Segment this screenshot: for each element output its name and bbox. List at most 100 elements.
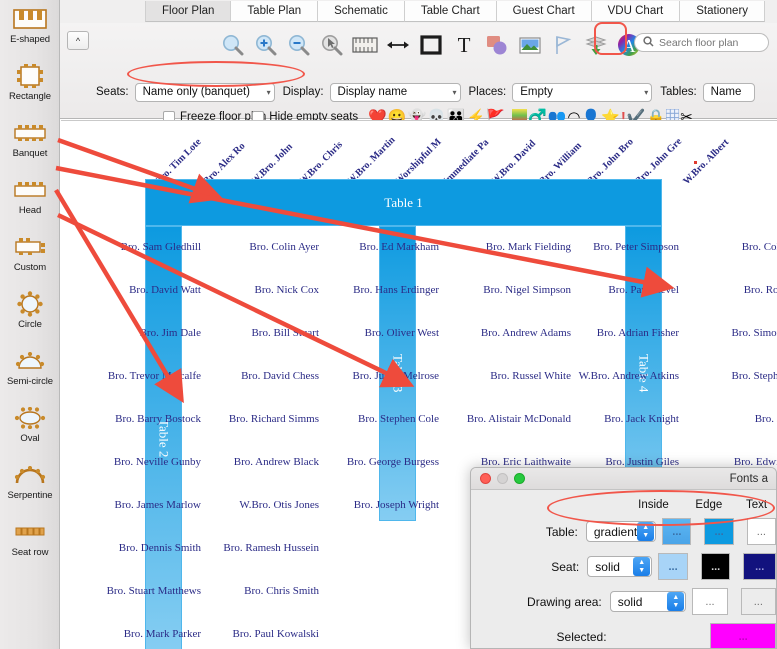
- tab-label: VDU Chart: [607, 5, 664, 17]
- table-inside-colour-swatch[interactable]: ...: [662, 518, 692, 545]
- sidebar-item-custom[interactable]: Custom: [0, 230, 60, 287]
- seat-label[interactable]: Bro. Paul Nevel: [529, 284, 679, 296]
- seat-label[interactable]: Bro. Joseph Wright: [299, 499, 439, 511]
- zoom-icon[interactable]: [218, 29, 248, 61]
- stepper-icon[interactable]: ▲ ▼: [637, 522, 655, 541]
- seat-label[interactable]: Bro. Paul Kowalski: [179, 628, 319, 640]
- tab-label: Stationery: [696, 5, 749, 17]
- seats-dropdown[interactable]: Name only (banquet) ▾: [134, 82, 275, 102]
- seat-label[interactable]: Bro. Colin Woods: [671, 241, 777, 253]
- seat-label[interactable]: Bro. Jack Knight: [529, 413, 679, 425]
- seat-label[interactable]: Bro. Robert Scott: [671, 284, 777, 296]
- arrows-horizontal-icon[interactable]: [383, 29, 413, 61]
- display-dropdown[interactable]: Display name ▾: [329, 82, 461, 102]
- sidebar-item-banquet[interactable]: Banquet: [0, 116, 60, 173]
- search-floor-plan[interactable]: [634, 33, 769, 52]
- tab-table-plan[interactable]: Table Plan: [231, 1, 319, 22]
- sidebar-item-circle[interactable]: Circle: [0, 287, 60, 344]
- colors-icon[interactable]: [482, 29, 512, 61]
- display-options-row: Seats: Name only (banquet) ▾ Display: Di…: [60, 81, 777, 103]
- text-icon[interactable]: T: [449, 29, 479, 61]
- sidebar-item-label: Semi-circle: [7, 376, 53, 387]
- drawing-area-edge-colour-swatch[interactable]: ...: [740, 588, 776, 615]
- row-label-table: Table:: [545, 524, 578, 539]
- table-text-colour-swatch[interactable]: ...: [746, 518, 776, 545]
- shape-icon[interactable]: [416, 29, 446, 61]
- stepper-icon[interactable]: ▲ ▼: [633, 557, 651, 576]
- seat-label[interactable]: Bro. Bill Stuart: [179, 327, 319, 339]
- seat-label[interactable]: Bro. Stephen Helleb: [671, 370, 777, 382]
- seat-edge-colour-swatch[interactable]: ...: [700, 553, 731, 580]
- sidebar-item-oval[interactable]: Oval: [0, 401, 60, 458]
- seat-label[interactable]: Bro. Richard Simms: [179, 413, 319, 425]
- layers-icon[interactable]: [581, 29, 611, 61]
- seat-fill-style-dropdown[interactable]: solid ▲ ▼: [587, 556, 653, 577]
- sidebar-item-rectangle[interactable]: Rectangle: [0, 59, 60, 116]
- dialog-titlebar[interactable]: Fonts a: [471, 468, 776, 490]
- chevron-updown-icon: ▾: [452, 87, 457, 97]
- tab-floor-plan[interactable]: Floor Plan: [145, 1, 232, 22]
- sidebar-item-head[interactable]: Head: [0, 173, 60, 230]
- table-1[interactable]: Table 1: [145, 179, 662, 226]
- collapse-panel-button[interactable]: ^: [67, 31, 89, 50]
- tab-schematic[interactable]: Schematic: [318, 1, 405, 22]
- seat-label[interactable]: Bro. Peter Simpson: [529, 241, 679, 253]
- places-dropdown[interactable]: Empty ▾: [512, 82, 653, 102]
- tab-table-chart[interactable]: Table Chart: [404, 1, 497, 22]
- seat-label[interactable]: Bro. David Chess: [179, 370, 319, 382]
- floor-plan-control-panel: ^ T A Search floor plan Seats: Name only…: [60, 23, 777, 125]
- sidebar-item-e-shaped[interactable]: E-shaped: [0, 2, 60, 59]
- tables-dropdown[interactable]: Name: [702, 82, 755, 102]
- seat-label[interactable]: Bro. Andrew Black: [179, 456, 319, 468]
- seat-label[interactable]: Bro. Nick Cox: [179, 284, 319, 296]
- close-icon[interactable]: [480, 473, 491, 484]
- seat-label[interactable]: Bro. Jack King: [671, 413, 777, 425]
- column-header-inside: Inside: [638, 499, 669, 511]
- search-input[interactable]: [659, 36, 764, 49]
- tab-stationery[interactable]: Stationery: [680, 1, 766, 22]
- image-icon[interactable]: [515, 29, 545, 61]
- minimize-icon[interactable]: [497, 473, 508, 484]
- seat-text-colour-swatch[interactable]: ...: [743, 553, 776, 580]
- seat-label[interactable]: Bro. Stephen Cole: [299, 413, 439, 425]
- seat-label[interactable]: Bro. Justin Melrose: [299, 370, 439, 382]
- seat-label[interactable]: Bro. Oliver West: [299, 327, 439, 339]
- table-edge-colour-swatch[interactable]: ...: [704, 518, 734, 545]
- selected-colour-swatch[interactable]: ...: [710, 623, 776, 648]
- zoom-in-icon[interactable]: [251, 29, 281, 61]
- drawing-area-fill-style-dropdown[interactable]: solid ▲ ▼: [609, 591, 687, 612]
- stepper-icon[interactable]: ▲ ▼: [667, 592, 685, 611]
- tab-guest-chart[interactable]: Guest Chart: [496, 1, 592, 22]
- tab-label: Table Chart: [420, 5, 480, 17]
- seat-label[interactable]: W.Bro. Otis Jones: [179, 499, 319, 511]
- flag-icon[interactable]: [548, 29, 578, 61]
- tab-label: Table Plan: [247, 5, 302, 17]
- sidebar-item-label: Custom: [13, 262, 47, 273]
- seat-label[interactable]: Bro. Ed Markham: [299, 241, 439, 253]
- sidebar-item-serpentine[interactable]: Serpentine: [0, 458, 60, 515]
- seat-label[interactable]: Bro. Simon Johnson: [671, 327, 777, 339]
- sidebar-item-seat-row[interactable]: Seat row: [0, 515, 60, 572]
- seat-label[interactable]: Bro. Chris Smith: [179, 585, 319, 597]
- maximize-icon[interactable]: [514, 473, 525, 484]
- zoom-out-icon[interactable]: [284, 29, 314, 61]
- seat-label[interactable]: Bro. Hans Erdinger: [299, 284, 439, 296]
- ellipsis-label: ...: [755, 560, 765, 573]
- seat-inside-colour-swatch[interactable]: ...: [658, 553, 688, 580]
- tab-vdu-chart[interactable]: VDU Chart: [591, 1, 681, 22]
- table-fill-style-dropdown[interactable]: gradient ▲ ▼: [585, 521, 657, 542]
- seat-label[interactable]: Bro. George Burgess: [299, 456, 439, 468]
- seat-label[interactable]: Bro. Colin Ayer: [179, 241, 319, 253]
- zoom-selection-icon[interactable]: [317, 29, 347, 61]
- sidebar-item-semi-circle[interactable]: Semi-circle: [0, 344, 60, 401]
- seat-row-icon: [15, 519, 45, 545]
- circle-table-icon: [17, 291, 43, 317]
- ellipsis-label: ...: [714, 525, 724, 538]
- seat-label[interactable]: Bro. Adrian Fisher: [529, 327, 679, 339]
- drawing-area-inside-colour-swatch[interactable]: ...: [692, 588, 728, 615]
- fonts-and-colours-dialog[interactable]: Fonts a Inside Edge Text Table: gradient…: [470, 467, 777, 649]
- seat-label[interactable]: W.Bro. Andrew Atkins: [529, 370, 679, 382]
- places-value: Empty: [520, 86, 553, 98]
- seat-label[interactable]: Bro. Ramesh Hussein: [179, 542, 319, 554]
- ruler-icon[interactable]: [350, 29, 380, 61]
